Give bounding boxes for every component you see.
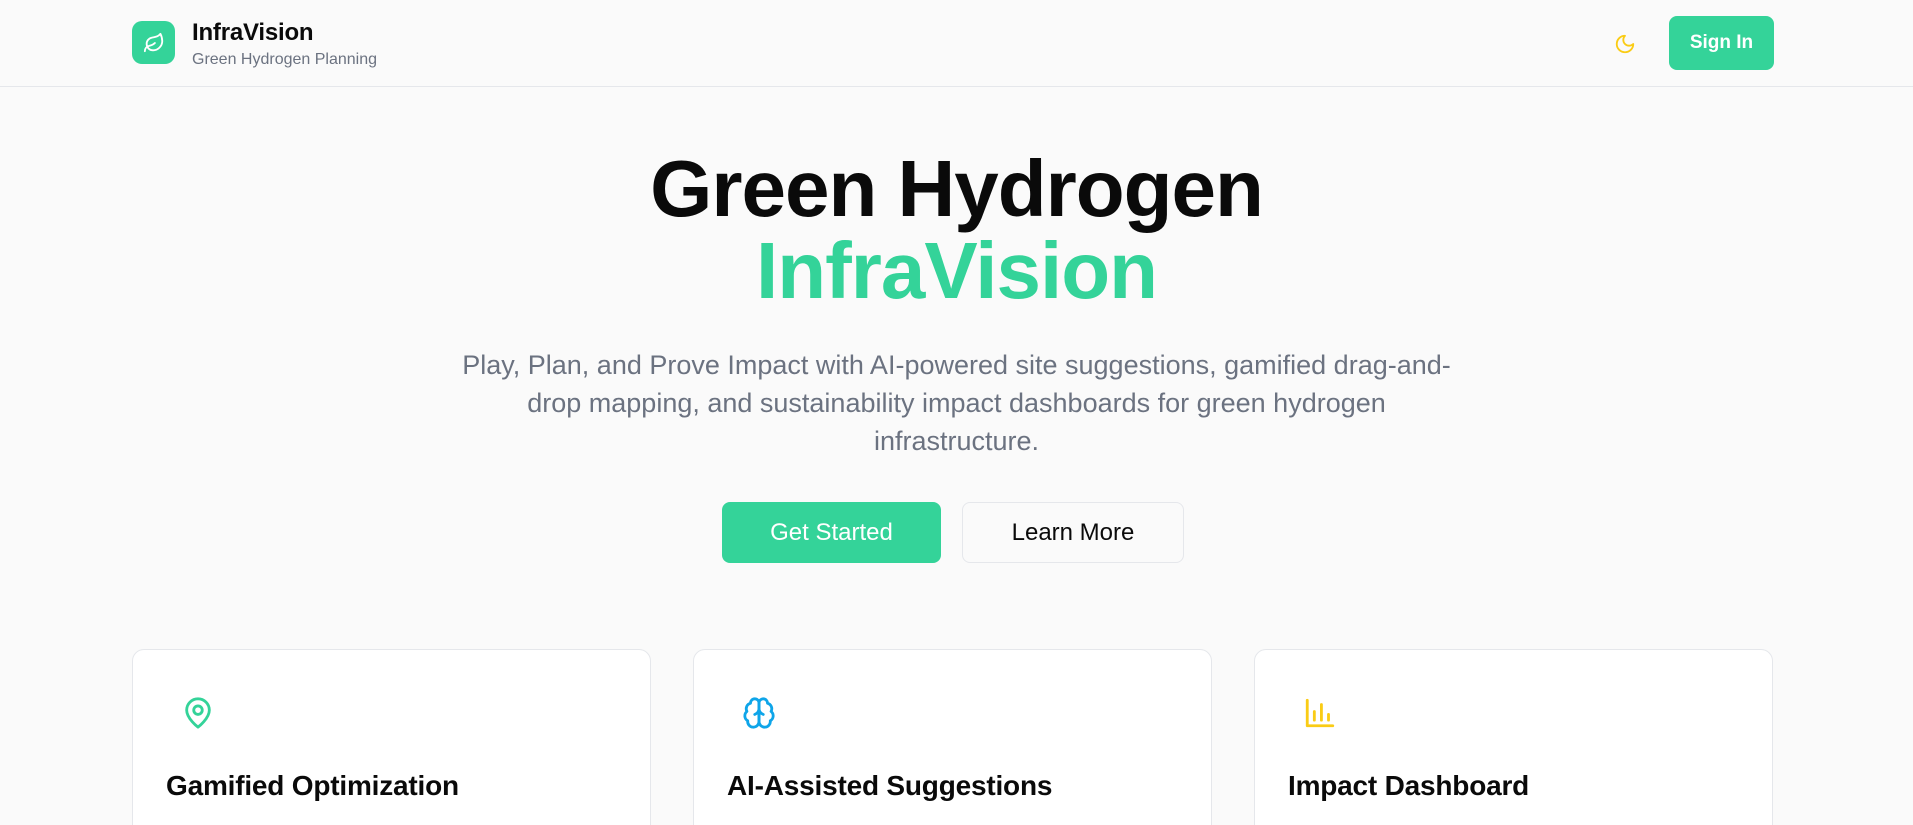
hero-description: Play, Plan, and Prove Impact with AI-pow… — [462, 350, 1451, 456]
hero-title-accent: InfraVision — [756, 226, 1158, 315]
hero-title: Green Hydrogen InfraVision — [0, 148, 1913, 312]
hero-title-line1: Green Hydrogen — [650, 144, 1264, 233]
moon-icon — [1615, 34, 1635, 54]
get-started-button[interactable]: Get Started — [722, 502, 941, 563]
leaf-icon — [132, 21, 175, 64]
bar-chart-icon — [1305, 698, 1335, 728]
brand-text: InfraVision Green Hydrogen Planning — [192, 18, 377, 71]
feature-card-title: AI-Assisted Suggestions — [727, 770, 1053, 801]
feature-card-gamified-optimization: Gamified Optimization — [132, 649, 651, 825]
feature-card-title: Impact Dashboard — [1288, 770, 1530, 801]
learn-more-button[interactable]: Learn More — [962, 502, 1184, 563]
top-navbar: InfraVision Green Hydrogen Planning Sign… — [0, 0, 1913, 87]
brain-icon — [743, 697, 775, 729]
map-pin-icon — [185, 697, 211, 729]
feature-card-ai-suggestions: AI-Assisted Suggestions — [693, 649, 1212, 825]
feature-card-impact-dashboard: Impact Dashboard — [1254, 649, 1773, 825]
brand-title: InfraVision — [192, 19, 314, 46]
brand-subtitle: Green Hydrogen Planning — [192, 51, 378, 68]
sign-in-button[interactable]: Sign In — [1669, 16, 1774, 70]
theme-toggle-button[interactable] — [1603, 24, 1647, 64]
brand[interactable]: InfraVision Green Hydrogen Planning — [132, 18, 377, 71]
feature-card-title: Gamified Optimization — [166, 770, 459, 801]
